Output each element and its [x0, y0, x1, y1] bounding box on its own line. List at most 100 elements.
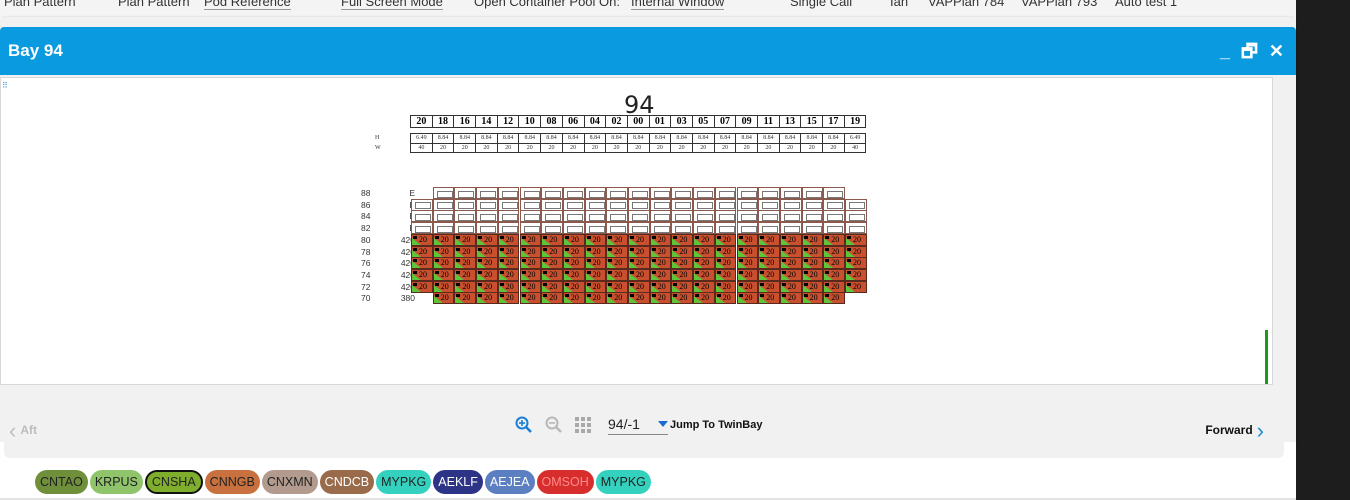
- container-slot[interactable]: 20: [736, 280, 759, 293]
- empty-slot[interactable]: [497, 198, 520, 211]
- minimize-button[interactable]: _: [1220, 41, 1230, 61]
- container-slot[interactable]: 20: [801, 292, 824, 305]
- container-slot[interactable]: 20: [823, 233, 845, 246]
- container-slot[interactable]: 20: [628, 257, 650, 270]
- container-slot[interactable]: 20: [519, 233, 542, 246]
- container-slot[interactable]: 20: [411, 257, 433, 270]
- empty-slot[interactable]: [649, 222, 672, 235]
- container-slot[interactable]: 20: [649, 292, 672, 305]
- container-slot[interactable]: 20: [432, 268, 455, 281]
- container-slot[interactable]: 20: [584, 233, 607, 246]
- empty-slot[interactable]: [649, 187, 672, 199]
- container-slot[interactable]: 20: [758, 280, 780, 293]
- toolbar-item[interactable]: Plan Pattern: [118, 0, 190, 9]
- container-slot[interactable]: 20: [519, 245, 542, 258]
- container-slot[interactable]: 20: [411, 233, 433, 246]
- port-chip[interactable]: CNNGB: [204, 470, 260, 494]
- container-slot[interactable]: 20: [411, 280, 433, 293]
- close-button[interactable]: ✕: [1269, 41, 1284, 61]
- empty-slot[interactable]: [758, 210, 780, 223]
- container-slot[interactable]: 20: [649, 280, 672, 293]
- container-slot[interactable]: 20: [779, 257, 802, 270]
- container-slot[interactable]: 20: [476, 245, 498, 258]
- empty-slot[interactable]: [584, 222, 607, 235]
- port-chip[interactable]: OMSOH: [536, 470, 594, 494]
- container-slot[interactable]: 20: [693, 268, 715, 281]
- empty-slot[interactable]: [519, 198, 542, 211]
- toolbar-item[interactable]: Single Call: [790, 0, 852, 9]
- container-slot[interactable]: 20: [541, 292, 563, 305]
- empty-slot[interactable]: [845, 198, 867, 211]
- empty-slot[interactable]: [779, 187, 802, 199]
- container-slot[interactable]: 20: [562, 245, 585, 258]
- container-slot[interactable]: 20: [736, 292, 759, 305]
- empty-slot[interactable]: [628, 187, 650, 199]
- empty-slot[interactable]: [584, 187, 607, 199]
- container-slot[interactable]: 20: [606, 233, 628, 246]
- container-slot[interactable]: 20: [693, 245, 715, 258]
- empty-slot[interactable]: [779, 198, 802, 211]
- container-slot[interactable]: 20: [497, 292, 520, 305]
- container-slot[interactable]: 20: [714, 292, 737, 305]
- container-slot[interactable]: 20: [606, 268, 628, 281]
- container-slot[interactable]: 20: [649, 268, 672, 281]
- empty-slot[interactable]: [541, 210, 563, 223]
- container-slot[interactable]: 20: [671, 292, 694, 305]
- container-slot[interactable]: 20: [714, 245, 737, 258]
- empty-slot[interactable]: [519, 210, 542, 223]
- container-slot[interactable]: 20: [541, 245, 563, 258]
- empty-slot[interactable]: [606, 210, 628, 223]
- container-slot[interactable]: 20: [584, 268, 607, 281]
- toolbar-item[interactable]: Internal Window: [631, 0, 725, 10]
- empty-slot[interactable]: [823, 222, 845, 235]
- empty-slot[interactable]: [541, 198, 563, 211]
- container-slot[interactable]: 20: [649, 245, 672, 258]
- empty-slot[interactable]: [801, 210, 824, 223]
- container-slot[interactable]: 20: [779, 280, 802, 293]
- empty-slot[interactable]: [562, 187, 585, 199]
- empty-slot[interactable]: [736, 210, 759, 223]
- container-slot[interactable]: 20: [845, 233, 867, 246]
- container-slot[interactable]: 20: [519, 257, 542, 270]
- container-slot[interactable]: 20: [736, 268, 759, 281]
- empty-slot[interactable]: [714, 187, 737, 199]
- empty-slot[interactable]: [823, 187, 845, 199]
- container-slot[interactable]: 20: [845, 280, 867, 293]
- grid-view-icon[interactable]: [574, 416, 592, 434]
- container-slot[interactable]: 20: [714, 257, 737, 270]
- empty-slot[interactable]: [628, 198, 650, 211]
- container-slot[interactable]: 20: [497, 233, 520, 246]
- container-slot[interactable]: 20: [454, 268, 477, 281]
- container-slot[interactable]: 20: [584, 245, 607, 258]
- empty-slot[interactable]: [497, 210, 520, 223]
- port-chip[interactable]: KRPUS: [89, 470, 143, 494]
- empty-slot[interactable]: [714, 198, 737, 211]
- container-slot[interactable]: 20: [823, 280, 845, 293]
- empty-slot[interactable]: [736, 198, 759, 211]
- empty-slot[interactable]: [845, 222, 867, 235]
- empty-slot[interactable]: [476, 198, 498, 211]
- container-slot[interactable]: 20: [432, 257, 455, 270]
- container-slot[interactable]: 20: [628, 292, 650, 305]
- container-slot[interactable]: 20: [758, 268, 780, 281]
- container-slot[interactable]: 20: [823, 257, 845, 270]
- empty-slot[interactable]: [432, 222, 455, 235]
- container-slot[interactable]: 20: [649, 233, 672, 246]
- container-slot[interactable]: 20: [411, 268, 433, 281]
- empty-slot[interactable]: [671, 198, 694, 211]
- empty-slot[interactable]: [454, 187, 477, 199]
- zoom-out-icon[interactable]: [544, 415, 564, 435]
- forward-button[interactable]: Forward ›: [1205, 418, 1264, 444]
- container-slot[interactable]: 20: [432, 292, 455, 305]
- port-chip[interactable]: CNTAO: [35, 470, 88, 494]
- empty-slot[interactable]: [519, 187, 542, 199]
- container-slot[interactable]: 20: [497, 280, 520, 293]
- container-slot[interactable]: 20: [845, 268, 867, 281]
- container-slot[interactable]: 20: [823, 245, 845, 258]
- container-slot[interactable]: 20: [671, 233, 694, 246]
- container-slot[interactable]: 20: [497, 257, 520, 270]
- toolbar-item[interactable]: Ian: [890, 0, 908, 9]
- empty-slot[interactable]: [671, 210, 694, 223]
- empty-slot[interactable]: [649, 210, 672, 223]
- container-slot[interactable]: 20: [736, 245, 759, 258]
